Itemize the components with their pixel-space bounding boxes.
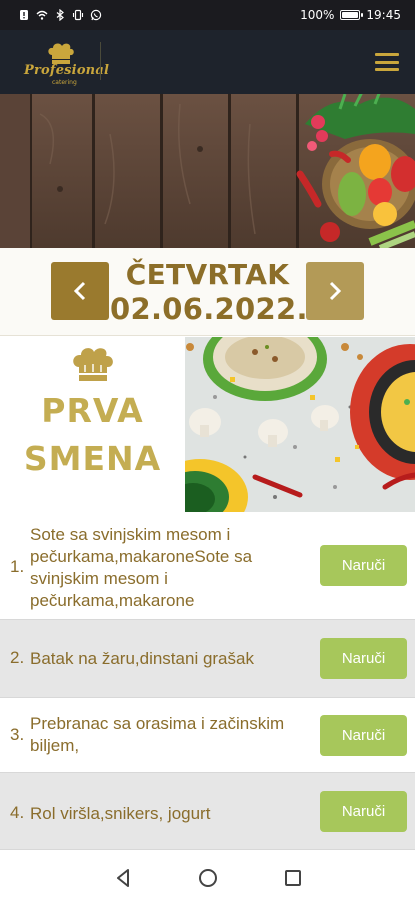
banner-image — [0, 94, 415, 248]
food-photo — [185, 337, 415, 512]
home-icon[interactable] — [196, 866, 220, 890]
logo-divider — [100, 42, 101, 80]
shift-section: PRVA SMENA — [0, 337, 415, 512]
back-icon[interactable] — [111, 866, 135, 890]
shift-title: PRVA SMENA — [0, 387, 185, 483]
day-of-week: ČETVRTAK — [125, 258, 290, 291]
system-navigation-bar — [0, 855, 415, 900]
status-icons — [18, 9, 102, 21]
banner-illustration — [0, 94, 415, 248]
logo[interactable]: Profesional catering — [20, 37, 109, 87]
vibrate-icon — [72, 9, 84, 21]
logo-text: Profesional — [24, 63, 110, 78]
battery-percent: 100% — [300, 8, 335, 22]
chef-hat-icon — [73, 348, 113, 381]
chevron-right-icon — [329, 281, 342, 301]
menu-item-text: Batak na žaru,dinstani grašak — [30, 649, 254, 668]
menu-row: 1. Sote sa svinjskim mesom i pečurkama,m… — [0, 512, 415, 620]
order-button[interactable]: Naruči — [320, 545, 407, 586]
shift-title-line2: SMENA — [23, 439, 162, 478]
next-day-button[interactable] — [306, 262, 364, 320]
app-header: Profesional catering — [0, 30, 415, 94]
status-bar: 100% 19:45 — [0, 0, 415, 30]
shift-label-panel: PRVA SMENA — [0, 337, 185, 512]
wifi-icon — [36, 10, 48, 20]
menu-item-text: Rol viršla,snikers, jogurt — [30, 804, 211, 823]
menu-row: 2. Batak na žaru,dinstani grašak Naruči — [0, 620, 415, 698]
order-button[interactable]: Naruči — [320, 715, 407, 756]
current-date: 02.06.2022. — [110, 292, 308, 326]
clock: 19:45 — [366, 8, 401, 22]
hamburger-menu-icon[interactable] — [375, 53, 399, 71]
logo-subtext: catering — [52, 79, 77, 86]
shift-title-line1: PRVA — [41, 391, 144, 430]
food-illustration — [185, 337, 415, 512]
status-right: 100% 19:45 — [300, 8, 401, 22]
chef-hat-logo-icon — [48, 43, 74, 64]
menu-item-text: Sote sa svinjskim mesom i pečurkama,maka… — [30, 525, 253, 610]
date-navigation: ČETVRTAK 02.06.2022. — [0, 248, 415, 336]
recent-apps-icon[interactable] — [281, 866, 305, 890]
menu-item-number: 4. — [10, 803, 25, 822]
menu-item-number: 3. — [10, 725, 25, 744]
menu-item-number: 2. — [10, 648, 25, 667]
menu-list: 1. Sote sa svinjskim mesom i pečurkama,m… — [0, 512, 415, 850]
chevron-left-icon — [73, 281, 86, 301]
previous-day-button[interactable] — [51, 262, 109, 320]
order-button[interactable]: Naruči — [320, 791, 407, 832]
menu-item-number: 1. — [10, 557, 25, 576]
bluetooth-icon — [56, 9, 64, 21]
menu-item-text: Prebranac sa orasima i začinskim biljem, — [30, 714, 285, 755]
menu-row: 3. Prebranac sa orasima i začinskim bilj… — [0, 698, 415, 773]
menu-row: 4. Rol viršla,snikers, jogurt Naruči — [0, 773, 415, 850]
battery-icon — [340, 10, 364, 20]
notification-icon — [20, 10, 28, 20]
order-button[interactable]: Naruči — [320, 638, 407, 679]
whatsapp-icon — [90, 9, 102, 21]
